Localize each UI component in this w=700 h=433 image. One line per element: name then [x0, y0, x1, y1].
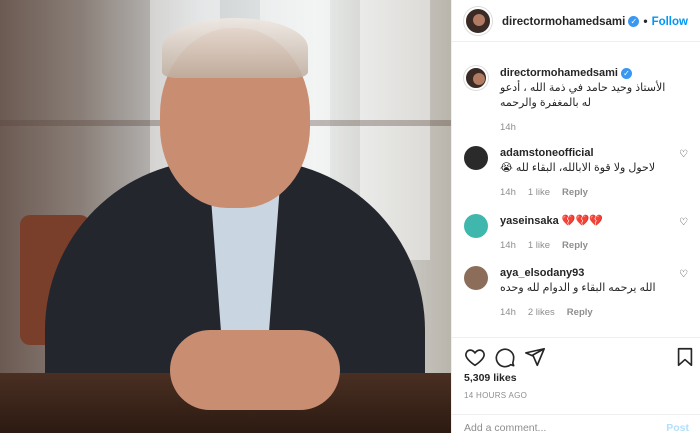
comment-meta: 14h 2 likes Reply — [500, 305, 675, 320]
post-timestamp[interactable]: 14 HOURS AGO — [464, 391, 527, 400]
heart-icon[interactable] — [464, 346, 486, 368]
add-comment-input[interactable]: Add a comment... — [464, 422, 546, 433]
reply-button[interactable]: Reply — [562, 240, 588, 251]
add-comment-bar: Add a comment... Post — [452, 414, 700, 433]
like-comment-heart-icon[interactable]: ♡ — [679, 218, 689, 228]
comment-body: yaseinsaka 💔💔💔 14h 1 like Reply — [500, 214, 675, 253]
comment-body: adamstoneofficial لاحول ولا قوة الابالله… — [500, 146, 675, 200]
post-comment-button[interactable]: Post — [666, 422, 689, 433]
comment-username[interactable]: yaseinsaka — [500, 215, 559, 227]
comment-meta: 14h 1 like Reply — [500, 185, 675, 200]
comment-time[interactable]: 14h — [500, 307, 516, 318]
share-icon[interactable] — [524, 346, 546, 368]
reply-button[interactable]: Reply — [562, 187, 588, 198]
like-comment-heart-icon[interactable]: ♡ — [679, 270, 689, 280]
likes-count[interactable]: 5,309 likes — [464, 372, 517, 384]
caption-username[interactable]: directormohamedsami — [500, 67, 618, 79]
verified-badge-icon: ✓ — [620, 67, 632, 79]
post-side-panel: directormohamedsami ✓ • Follow directormoha… — [451, 0, 700, 433]
comment-time[interactable]: 14h — [500, 240, 516, 251]
caption-body: directormohamedsami ✓ الأستاذ وحيد حامد ف… — [500, 66, 675, 135]
comments-list[interactable]: directormohamedsami ✓ الأستاذ وحيد حامد ف… — [452, 42, 700, 337]
comment-username[interactable]: adamstoneofficial — [500, 147, 594, 159]
comment-text: الله يرحمه البقاء و الدوام لله وحده — [500, 282, 656, 294]
comment-likes[interactable]: 2 likes — [528, 307, 555, 318]
follow-button[interactable]: Follow — [652, 16, 688, 28]
reply-button[interactable]: Reply — [567, 307, 593, 318]
separator-dot: • — [643, 13, 648, 28]
caption-text: الأستاذ وحيد حامد في ذمة الله ، أدعو له … — [500, 82, 666, 109]
hair — [162, 18, 308, 78]
comment-likes[interactable]: 1 like — [528, 240, 550, 251]
post-photo[interactable] — [0, 0, 451, 433]
comment-text: 💔💔💔 — [561, 215, 603, 227]
like-comment-heart-icon[interactable]: ♡ — [679, 150, 689, 160]
comment-likes[interactable]: 1 like — [528, 187, 550, 198]
hands — [170, 330, 340, 410]
bookmark-icon[interactable] — [674, 346, 696, 368]
post-header: directormohamedsami ✓ • Follow — [452, 0, 700, 42]
comment-body: aya_elsodany93 الله يرحمه البقاء و الدوا… — [500, 266, 675, 320]
verified-badge-icon: ✓ — [628, 15, 640, 27]
post-author-username[interactable]: directormohamedsami — [502, 16, 625, 28]
post-author: directormohamedsami ✓ • Follow — [502, 14, 688, 28]
comment-meta: 14h 1 like Reply — [500, 238, 675, 253]
post-actions — [452, 337, 700, 373]
avatar[interactable] — [464, 66, 488, 90]
comment-text: لاحول ولا قوة الابالله، البقاء لله 😭 — [500, 162, 656, 174]
caption-time[interactable]: 14h — [500, 122, 516, 133]
caption-meta: 14h — [500, 120, 675, 135]
avatar[interactable] — [464, 266, 488, 290]
comment-time[interactable]: 14h — [500, 187, 516, 198]
comment-username[interactable]: aya_elsodany93 — [500, 267, 584, 279]
comment-icon[interactable] — [494, 346, 516, 368]
avatar[interactable] — [464, 146, 488, 170]
avatar[interactable] — [464, 6, 492, 35]
avatar[interactable] — [464, 214, 488, 238]
